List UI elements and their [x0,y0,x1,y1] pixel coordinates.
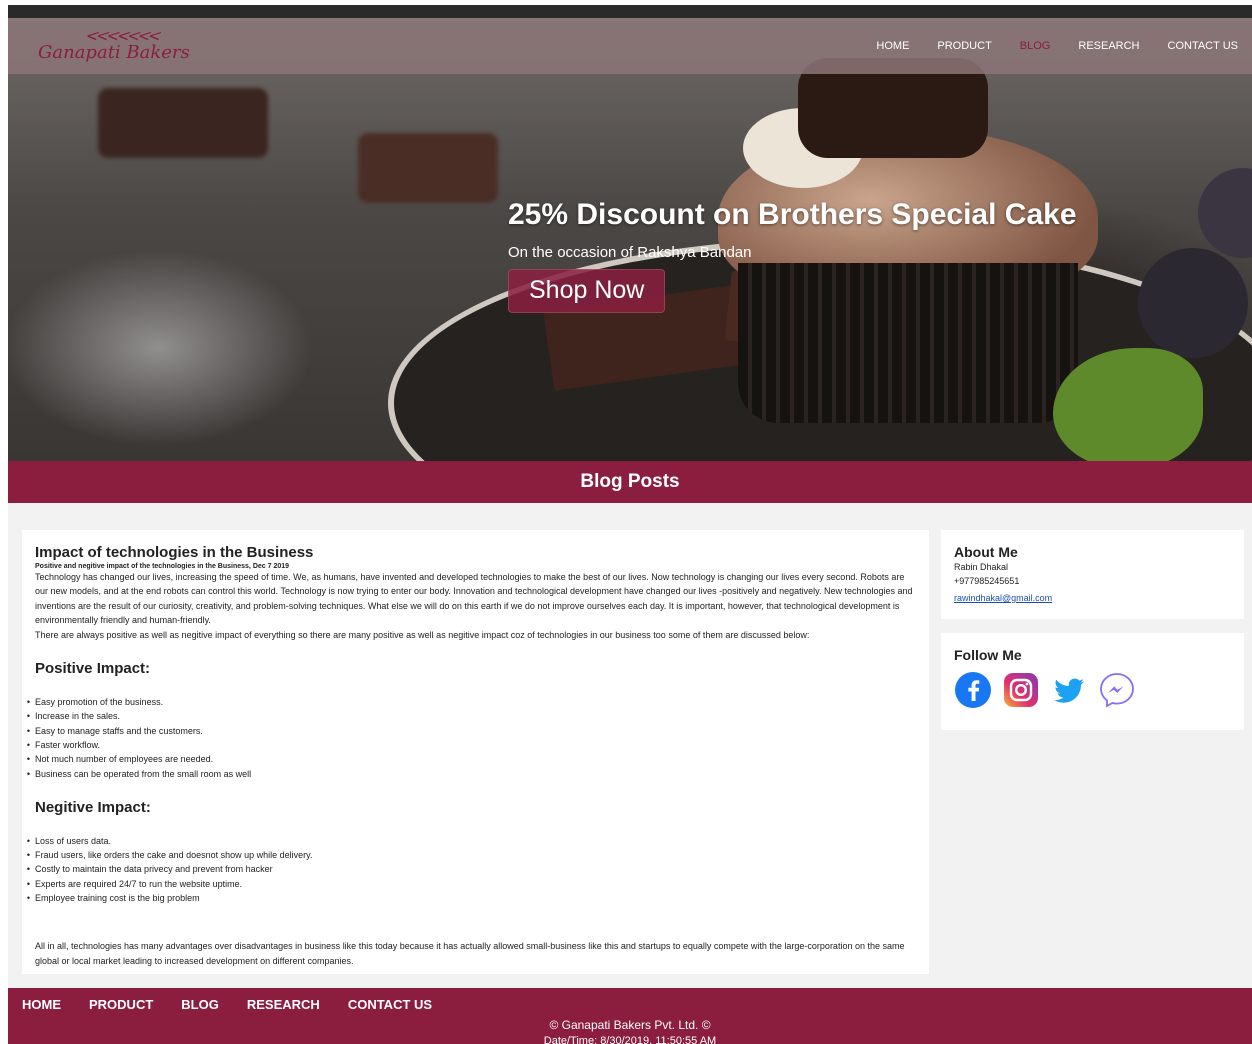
author-phone: +977985245651 [954,576,1020,586]
author-name: Rabin Dhakal [954,562,1009,572]
twitter-icon[interactable] [1050,671,1088,709]
negative-impact-list: Loss of users data. Fraud users, like or… [22,834,916,905]
footer: HOME PRODUCT BLOG RESEARCH CONTACT US © … [8,988,1252,1044]
facebook-icon[interactable] [954,671,992,709]
chocolate-piece [98,88,268,158]
positive-impact-heading: Positive Impact: [35,660,151,678]
list-item: Fraud users, like orders the cake and do… [22,848,916,862]
article-meta: Positive and negitive impact of the tech… [35,563,290,570]
messenger-icon[interactable] [1098,671,1136,709]
follow-me-card: Follow Me [941,633,1244,730]
article-title: Impact of technologies in the Business [35,544,314,561]
list-item: Employee training cost is the big proble… [22,891,916,905]
chocolate-piece [358,133,498,203]
logo[interactable]: <<<<<<< Ganapati Bakers [32,24,190,70]
grape [1198,168,1252,258]
nav-home[interactable]: HOME [876,40,909,52]
nav-contact-us[interactable]: CONTACT US [1168,40,1239,52]
article-conclusion: All in all, technologies has many advant… [35,941,905,966]
nav-research[interactable]: RESEARCH [1078,40,1139,52]
nav-blog[interactable]: BLOG [1020,40,1051,52]
social-links [954,671,1231,709]
about-me-card: About Me Rabin Dhakal +977985245651 rawi… [941,530,1244,619]
footer-nav-home[interactable]: HOME [22,997,61,1012]
footer-nav-contact-us[interactable]: CONTACT US [348,997,432,1012]
hero-text: 25% Discount on Brothers Special Cake On… [508,198,1077,313]
list-item: Faster workflow. [22,738,916,752]
list-item: Easy to manage staffs and the customers. [22,724,916,738]
main-nav: HOME PRODUCT BLOG RESEARCH CONTACT US [862,18,1252,74]
list-item: Experts are required 24/7 to run the web… [22,877,916,891]
list-item: Not much number of employees are needed. [22,752,916,766]
hero-subtitle: On the occasion of Rakshya Bandan [508,244,752,261]
hero-banner: <<<<<<< Ganapati Bakers HOME PRODUCT BLO… [8,18,1252,461]
article-intro-2: There are always positive as well as neg… [35,629,810,640]
about-me-heading: About Me [954,544,1018,560]
navbar: <<<<<<< Ganapati Bakers HOME PRODUCT BLO… [8,18,1252,74]
nav-product[interactable]: PRODUCT [937,40,991,52]
footer-nav: HOME PRODUCT BLOG RESEARCH CONTACT US [22,997,432,1012]
blog-posts-banner: Blog Posts [8,461,1252,503]
list-item: Costly to maintain the data privecy and … [22,862,916,876]
footer-nav-product[interactable]: PRODUCT [89,997,153,1012]
instagram-icon[interactable] [1002,671,1040,709]
copyright: © Ganapati Bakers Pvt. Ltd. © [549,1018,711,1032]
footer-nav-research[interactable]: RESEARCH [247,997,320,1012]
list-item: Easy promotion of the business. [22,695,916,709]
author-email-link[interactable]: rawindhakal@gmail.com [954,593,1052,603]
list-item: Loss of users data. [22,834,916,848]
datetime: Date/Time: 8/30/2019, 11:50:55 AM [543,1035,717,1044]
blog-article: Impact of technologies in the Business P… [22,530,929,974]
negative-impact-heading: Negitive Impact: [35,798,151,816]
list-item: Business can be operated from the small … [22,767,916,781]
top-strip [8,5,1252,18]
grape [1138,248,1248,358]
logo-text: Ganapati Bakers [38,42,190,63]
positive-impact-list: Easy promotion of the business. Increase… [22,695,916,781]
follow-me-heading: Follow Me [954,647,1022,663]
footer-nav-blog[interactable]: BLOG [181,997,219,1012]
shop-now-button[interactable]: Shop Now [508,269,666,313]
article-intro: Technology has changed our lives, increa… [35,572,913,626]
hero-title: 25% Discount on Brothers Special Cake [508,198,1077,231]
list-item: Increase in the sales. [22,709,916,723]
